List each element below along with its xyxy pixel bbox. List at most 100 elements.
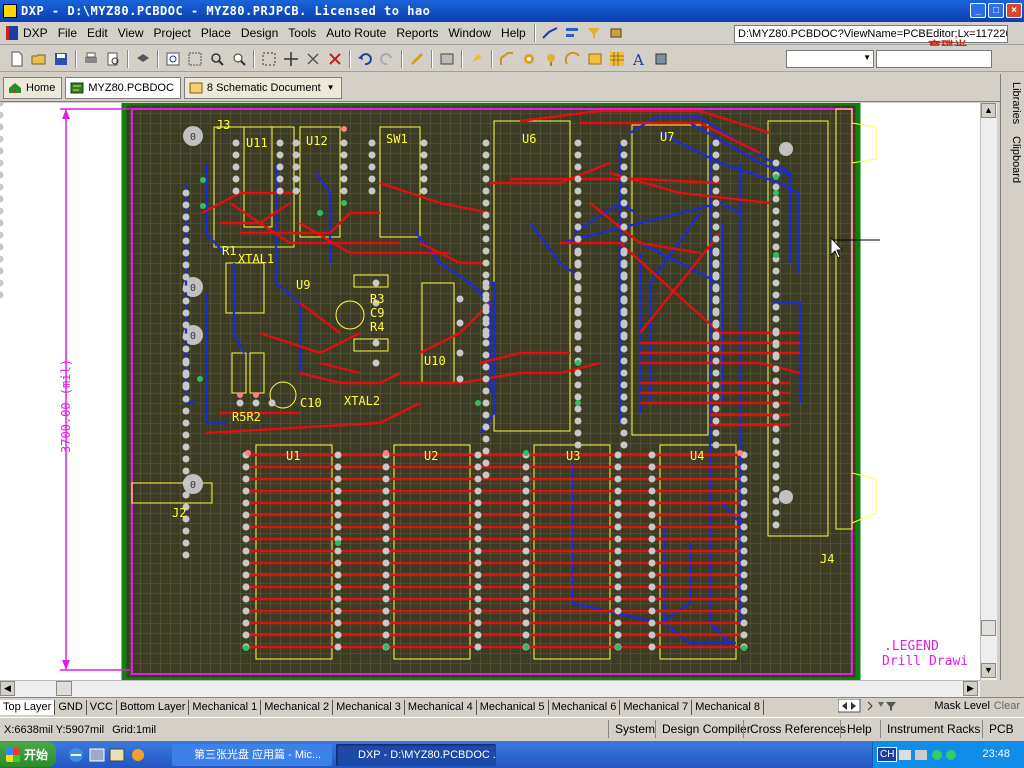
open-icon[interactable] <box>30 50 48 68</box>
designator-u4: U4 <box>690 449 704 463</box>
tab-schematic-documents[interactable]: 8 Schematic Document ▼ <box>183 76 342 99</box>
save-icon[interactable] <box>52 50 70 68</box>
zoom-fit-icon[interactable] <box>164 50 182 68</box>
wiring-icon[interactable] <box>541 24 559 42</box>
polygon-icon[interactable] <box>608 50 626 68</box>
scroll-down-button[interactable]: ▼ <box>981 663 996 678</box>
layer-tab-mech6[interactable]: Mechanical 6 <box>549 699 621 715</box>
tab-pcb-label: MYZ80.PCBDOC <box>88 81 174 94</box>
taskbar-item-dxp[interactable]: DXP - D:\MYZ80.PCBDOC ... <box>336 744 496 766</box>
arc-icon[interactable] <box>564 50 582 68</box>
legend-label: .LEGEND <box>884 639 939 654</box>
scroll-up-button[interactable]: ▲ <box>981 103 996 118</box>
redo-icon[interactable] <box>378 50 396 68</box>
minimize-button[interactable]: _ <box>970 3 986 18</box>
designator-xtal2: XTAL2 <box>344 394 380 408</box>
menu-help[interactable]: Help <box>496 26 531 40</box>
language-indicator[interactable]: CH <box>877 747 898 762</box>
layer-tab-mech4[interactable]: Mechanical 4 <box>405 699 477 715</box>
panel-button-help[interactable]: Help <box>840 720 872 738</box>
tab-pcb-document[interactable]: MYZ80.PCBDOC <box>65 76 181 99</box>
vertical-scrollbar[interactable]: ▲ ▼ <box>980 103 997 680</box>
deselect-icon[interactable] <box>304 50 322 68</box>
print-preview-icon[interactable] <box>104 50 122 68</box>
panel-button-pcb[interactable]: PCB <box>982 720 1014 738</box>
route-track-icon[interactable] <box>498 50 516 68</box>
print-icon[interactable] <box>82 50 100 68</box>
tab-home[interactable]: Home <box>3 76 63 99</box>
cross-probe-icon[interactable] <box>408 50 426 68</box>
maximize-button[interactable]: □ <box>988 3 1004 18</box>
taskbar-item-word[interactable]: 第三张光盘 应用篇 - Mic... <box>172 744 332 766</box>
move-icon[interactable] <box>282 50 300 68</box>
tab-dropdown-arrow-icon[interactable]: ▼ <box>327 83 335 92</box>
quick-launch-icons[interactable] <box>68 746 164 764</box>
zoom-component-icon[interactable] <box>230 50 248 68</box>
layer-nav-controls[interactable] <box>838 699 898 713</box>
fill-icon[interactable] <box>586 50 604 68</box>
select-icon[interactable] <box>260 50 278 68</box>
panel-tab-clipboard[interactable]: Clipboard <box>1004 132 1022 188</box>
room-icon[interactable] <box>652 50 670 68</box>
menu-edit[interactable]: Edit <box>82 26 113 40</box>
pcb-editor-canvas[interactable]: 3700.00 (mil) 0 0 0 0 J3 U11 U12 SW1 U6 … <box>0 103 980 680</box>
designator-r1: R1 <box>222 244 236 258</box>
menu-dxp[interactable]: DXP <box>21 26 53 40</box>
layer-set-combo[interactable]: ▼ <box>786 50 874 68</box>
clear-filter-icon[interactable] <box>326 50 344 68</box>
align-icon[interactable] <box>563 24 581 42</box>
menu-place[interactable]: Place <box>196 26 236 40</box>
close-button[interactable]: × <box>1006 3 1022 18</box>
new-icon[interactable] <box>8 50 26 68</box>
start-button[interactable]: 开始 <box>0 742 57 767</box>
menu-file[interactable]: File <box>53 26 82 40</box>
menu-view[interactable]: View <box>113 26 149 40</box>
layer-tab-top[interactable]: Top Layer <box>0 699 56 715</box>
browse-component-icon[interactable] <box>438 50 456 68</box>
horizontal-scrollbar[interactable]: ◀ ▶ <box>0 680 980 697</box>
menu-tools[interactable]: Tools <box>283 26 321 40</box>
hole-label-3: 0 <box>190 331 196 342</box>
layer-tab-mech2[interactable]: Mechanical 2 <box>261 699 334 715</box>
zoom-selected-icon[interactable] <box>208 50 226 68</box>
menu-design[interactable]: Design <box>236 26 283 40</box>
layer-tab-mech3[interactable]: Mechanical 3 <box>333 699 405 715</box>
pcb-board-view[interactable]: 3700.00 (mil) 0 0 0 0 J3 U11 U12 SW1 U6 … <box>0 103 980 680</box>
panel-tab-libraries[interactable]: Libraries <box>1004 78 1022 128</box>
mask-level-button[interactable]: Mask Level <box>934 700 990 712</box>
panel-button-instrument-racks[interactable]: Instrument Racks <box>880 720 980 738</box>
panel-button-design-compiler[interactable]: Design Compiler <box>655 720 751 738</box>
drill-drawing-label: Drill Drawi <box>882 654 968 669</box>
panel-button-system[interactable]: System <box>608 720 655 738</box>
undo-icon[interactable] <box>356 50 374 68</box>
horizontal-scroll-thumb[interactable] <box>56 681 72 696</box>
filter-icon[interactable] <box>585 24 603 42</box>
menu-reports[interactable]: Reports <box>391 26 443 40</box>
scroll-left-button[interactable]: ◀ <box>0 681 15 696</box>
help-icon[interactable] <box>468 50 486 68</box>
menu-window[interactable]: Window <box>443 26 496 40</box>
tray-icons[interactable] <box>899 747 959 763</box>
layer-tab-mech1[interactable]: Mechanical 1 <box>189 699 262 715</box>
layer-tab-gnd[interactable]: GND <box>55 699 87 715</box>
via-icon[interactable] <box>542 50 560 68</box>
vertical-scroll-thumb[interactable] <box>981 620 996 636</box>
clear-mask-button[interactable]: Clear <box>994 700 1020 712</box>
layer-tab-bottom[interactable]: Bottom Layer <box>117 699 190 715</box>
menu-auto-route[interactable]: Auto Route <box>321 26 391 40</box>
layer-tab-vcc[interactable]: VCC <box>87 699 117 715</box>
component-icon[interactable] <box>607 24 625 42</box>
designator-u9: U9 <box>296 278 310 292</box>
filter-combo[interactable] <box>876 50 992 68</box>
layer-tab-mech8[interactable]: Mechanical 8 <box>692 699 765 715</box>
layer-tab-mech5[interactable]: Mechanical 5 <box>477 699 549 715</box>
zoom-area-icon[interactable] <box>186 50 204 68</box>
layer-stack-icon[interactable] <box>134 50 152 68</box>
windows-taskbar: 开始 <box>0 741 1024 768</box>
pad-icon[interactable] <box>520 50 538 68</box>
layer-tab-mech7[interactable]: Mechanical 7 <box>620 699 693 715</box>
panel-button-cross-references[interactable]: Cross References <box>743 720 846 738</box>
string-icon[interactable]: A <box>630 50 648 68</box>
menu-project[interactable]: Project <box>149 26 196 40</box>
scroll-right-button[interactable]: ▶ <box>963 681 978 696</box>
